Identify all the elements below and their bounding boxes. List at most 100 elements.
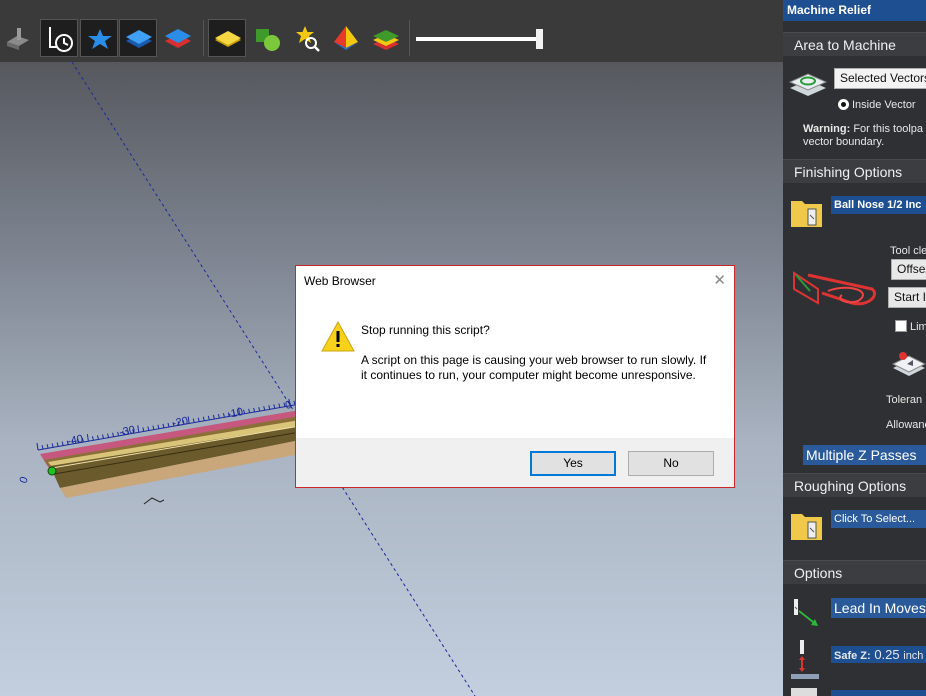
ruler-tick <box>46 444 49 449</box>
ruler-label: -40 <box>66 433 84 448</box>
panel-title: Machine Relief <box>783 0 926 21</box>
warning-text: Warning: For this toolpa <box>803 123 923 135</box>
next-option-icon <box>791 688 817 696</box>
ruler-tick <box>268 405 271 410</box>
start-button[interactable]: Start I <box>888 287 926 308</box>
inside-vector-label: Inside Vector <box>852 99 916 111</box>
folder-tool-icon[interactable] <box>790 508 824 549</box>
ruler-tick <box>96 435 99 440</box>
ruler-tick <box>207 415 210 421</box>
ruler-tick <box>56 442 59 447</box>
tool-clear-label: Tool cle <box>890 245 926 257</box>
multi-layer-icon[interactable] <box>367 19 405 57</box>
machine-relief-panel: Machine Relief Area to Machine Selected … <box>783 0 926 696</box>
ruler-label: -10 <box>226 406 244 421</box>
ruler-tick <box>167 422 170 428</box>
dialog-heading: Stop running this script? <box>361 323 490 337</box>
ruler-tick <box>152 425 155 430</box>
ruler-tick <box>137 425 140 433</box>
limit-checkbox[interactable]: Lim <box>895 320 926 333</box>
ruler-tick <box>112 432 115 437</box>
folder-tool-icon[interactable] <box>790 195 824 236</box>
ruler-tick <box>278 403 281 408</box>
ruler-tick <box>147 426 150 431</box>
finishing-options-header: Finishing Options <box>783 159 926 183</box>
ruler-label: 0 <box>284 399 292 412</box>
warning-body: For this toolpa <box>853 123 924 135</box>
safe-z-label: Safe Z: <box>834 650 871 662</box>
cursor-squiggle <box>143 497 165 505</box>
ruler-tick <box>162 423 165 429</box>
vector-layers-icon <box>788 66 828 105</box>
ruler-tick <box>91 436 94 441</box>
ruler-tick <box>107 433 110 438</box>
ruler-label: -30 <box>118 424 136 439</box>
safe-z-value: 0.25 <box>874 647 900 662</box>
safe-z-icon <box>791 640 825 685</box>
ruler-tick <box>212 414 215 420</box>
inside-vector-option[interactable]: Inside Vector <box>838 99 916 111</box>
lead-in-moves-button[interactable]: Lead In Moves <box>831 598 926 618</box>
roughing-options-header: Roughing Options <box>783 473 926 497</box>
script-warning-dialog: Web Browser ✕ Stop running this script? … <box>295 265 735 488</box>
ruler-tick <box>258 406 261 412</box>
origin-marker <box>47 466 57 476</box>
options-header: Options <box>783 560 926 584</box>
red-layers-icon[interactable] <box>159 19 197 57</box>
opacity-slider-thumb[interactable] <box>536 29 543 49</box>
ruler-tick <box>243 409 246 414</box>
toolpath-clock-icon[interactable] <box>40 19 78 57</box>
offset-dropdown[interactable]: Offse <box>891 259 926 280</box>
lead-in-icon <box>791 597 825 634</box>
tolerance-icon <box>891 346 926 385</box>
next-option-field[interactable] <box>831 690 926 696</box>
ruler-tick <box>253 407 256 413</box>
warning-label: Warning: <box>803 123 851 135</box>
finishing-tool-select[interactable]: Ball Nose 1/2 Inc <box>831 196 926 214</box>
star-zoom-icon[interactable] <box>288 19 326 57</box>
roughing-tool-select[interactable]: Click To Select... <box>831 510 926 528</box>
main-toolbar <box>0 0 783 63</box>
ruler-tick <box>102 434 104 439</box>
ruler-tick <box>61 441 64 446</box>
warning-icon <box>320 320 356 359</box>
toolbar-divider <box>203 20 204 56</box>
ruler-tick <box>157 424 160 429</box>
pyramid-icon[interactable] <box>327 19 365 57</box>
gray-tool-icon[interactable] <box>0 19 38 57</box>
ruler-tick <box>273 404 276 409</box>
toolbar-divider <box>409 20 410 56</box>
blue-star-icon[interactable] <box>80 19 118 57</box>
green-shapes-icon[interactable] <box>248 19 286 57</box>
ruler-tick <box>51 443 54 448</box>
ruler-tick <box>86 434 89 442</box>
opacity-slider-track[interactable] <box>416 37 538 41</box>
yellow-diamond-icon[interactable] <box>208 19 246 57</box>
warning-text-line2: vector boundary. <box>803 136 885 148</box>
ruler-tick <box>41 444 44 450</box>
toolpath-preview-icon <box>788 265 880 316</box>
area-to-machine-header: Area to Machine <box>783 32 926 56</box>
ruler-tick <box>197 417 200 422</box>
ruler-label: -20 <box>171 415 189 430</box>
safe-z-unit: inch <box>903 650 924 662</box>
no-button[interactable]: No <box>628 451 714 476</box>
yes-button[interactable]: Yes <box>530 451 616 476</box>
ruler-tick <box>263 406 266 411</box>
dialog-message: A script on this page is causing your we… <box>361 353 707 382</box>
blue-layers-icon[interactable] <box>119 19 157 57</box>
side-ruler-label: 0 <box>18 475 31 485</box>
allowance-label: Allowanc <box>886 419 926 431</box>
safe-z-field[interactable]: Safe Z: 0.25 inch <box>831 646 926 663</box>
ruler-tick <box>36 442 39 451</box>
ruler-tick <box>202 416 205 421</box>
relief-model <box>40 410 301 498</box>
limit-label: Lim <box>910 321 926 333</box>
close-icon[interactable]: ✕ <box>713 271 726 289</box>
area-select-dropdown[interactable]: Selected Vectors <box>834 68 926 89</box>
ruler-tick <box>187 416 190 424</box>
ruler-tick <box>192 418 195 423</box>
ruler-tick <box>222 413 225 418</box>
multiple-z-passes-button[interactable]: Multiple Z Passes <box>803 445 926 465</box>
ruler-tick <box>142 427 145 432</box>
